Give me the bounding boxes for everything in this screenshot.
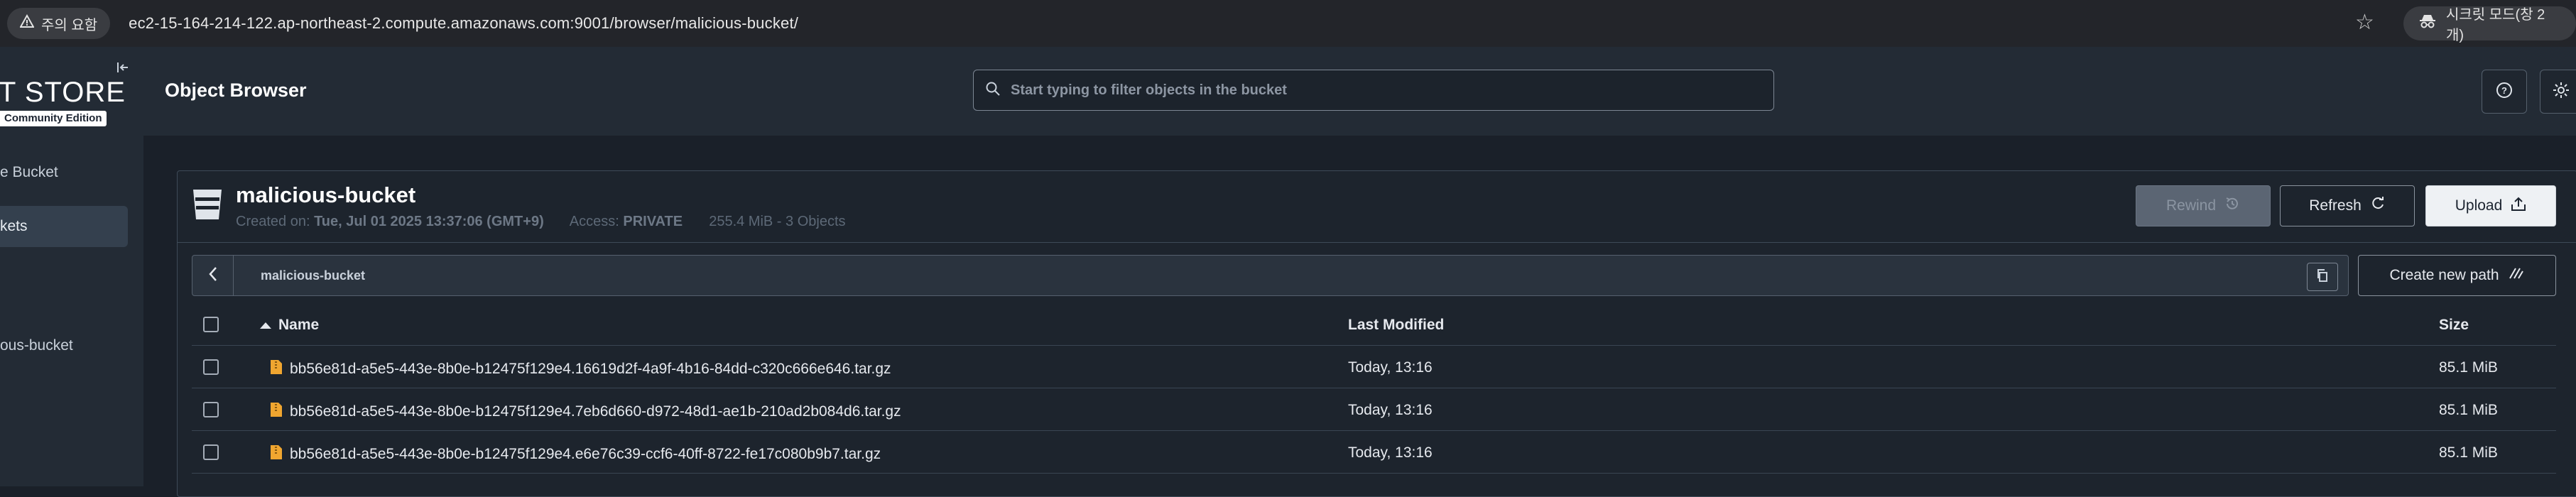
upload-label: Upload [2455, 197, 2503, 214]
upload-button[interactable]: Upload [2425, 185, 2556, 226]
help-button[interactable]: ? [2482, 70, 2527, 114]
file-archive-icon [270, 359, 283, 379]
incognito-icon [2419, 13, 2436, 33]
object-name: bb56e81d-a5e5-443e-8b0e-b12475f129e4.e6e… [290, 446, 881, 462]
incognito-label: 시크릿 모드(창 2개) [2446, 7, 2545, 43]
bucket-name: malicious-bucket [236, 182, 416, 207]
create-path-label: Create new path [2389, 267, 2499, 283]
copy-path-button[interactable] [2307, 263, 2338, 291]
path-breadcrumb: malicious-bucket [192, 255, 2349, 296]
sidebar-item-create-bucket[interactable]: e Bucket [0, 152, 128, 193]
object-size: 85.1 MiB [2439, 444, 2498, 461]
logo-edition-badge: Community Edition [0, 111, 107, 126]
column-header-size[interactable]: Size [2439, 317, 2469, 334]
page-header: Object Browser ? [143, 47, 2576, 136]
object-size: 85.1 MiB [2439, 359, 2498, 376]
access-label: Access: [569, 214, 619, 229]
object-name: bb56e81d-a5e5-443e-8b0e-b12475f129e4.7eb… [290, 403, 901, 420]
object-name: bb56e81d-a5e5-443e-8b0e-b12475f129e4.166… [290, 361, 891, 377]
create-new-path-button[interactable]: Create new path [2358, 255, 2556, 296]
object-modified: Today, 13:16 [1348, 402, 1433, 418]
column-label: Name [278, 317, 320, 333]
browser-toolbar: 주의 요함 ec2-15-164-214-122.ap-northeast-2.… [0, 0, 2576, 47]
table-header-row: Name Last Modified Size [192, 303, 2556, 346]
row-checkbox[interactable] [203, 359, 219, 375]
object-name-cell[interactable]: bb56e81d-a5e5-443e-8b0e-b12475f129e4.166… [270, 359, 891, 379]
copy-icon [2315, 268, 2330, 286]
refresh-label: Refresh [2309, 197, 2362, 214]
warning-triangle-icon [19, 13, 35, 33]
column-header-modified[interactable]: Last Modified [1348, 317, 1444, 334]
svg-text:?: ? [2501, 85, 2507, 96]
panel-divider [178, 242, 2576, 243]
table-row[interactable]: bb56e81d-a5e5-443e-8b0e-b12475f129e4.166… [192, 346, 2556, 388]
refresh-button[interactable]: Refresh [2280, 185, 2415, 226]
sun-icon [2553, 82, 2570, 102]
sort-ascending-icon [260, 322, 271, 329]
object-name-cell[interactable]: bb56e81d-a5e5-443e-8b0e-b12475f129e4.7eb… [270, 402, 901, 422]
file-archive-icon [270, 402, 283, 422]
sidebar-item-malicious-bucket[interactable]: ous-bucket [0, 325, 128, 366]
object-modified: Today, 13:16 [1348, 359, 1433, 376]
rewind-label: Rewind [2165, 197, 2217, 214]
rewind-icon [2224, 196, 2240, 216]
bucket-icon [192, 187, 223, 224]
bucket-meta: Created on: Tue, Jul 01 2025 13:37:06 (G… [236, 214, 846, 230]
sidebar: T STORE Community Edition e Bucket kets … [0, 47, 143, 486]
page-title: Object Browser [165, 80, 307, 101]
created-label: Created on: [236, 214, 310, 229]
theme-toggle-button[interactable] [2540, 70, 2576, 114]
sidebar-item-buckets[interactable]: kets [0, 206, 128, 247]
filter-search-box[interactable] [973, 70, 1774, 111]
current-path[interactable]: malicious-bucket [261, 268, 365, 283]
access-value: PRIVATE [623, 214, 683, 229]
created-value: Tue, Jul 01 2025 13:37:06 (GMT+9) [314, 214, 544, 229]
sidebar-item-label: kets [0, 218, 28, 234]
objects-table: Name Last Modified Size bb56e81d-a5e5-44… [192, 303, 2556, 474]
column-header-name[interactable]: Name [260, 317, 319, 334]
table-row[interactable]: bb56e81d-a5e5-443e-8b0e-b12475f129e4.e6e… [192, 431, 2556, 474]
incognito-chip[interactable]: 시크릿 모드(창 2개) [2403, 6, 2576, 43]
rewind-button[interactable]: Rewind [2136, 185, 2271, 226]
object-size: 85.1 MiB [2439, 402, 2498, 418]
app-logo: T STORE [0, 77, 126, 108]
refresh-icon [2370, 196, 2386, 216]
star-icon[interactable]: ☆ [2355, 10, 2374, 35]
bucket-panel: malicious-bucket Created on: Tue, Jul 01… [177, 170, 2576, 497]
object-name-cell[interactable]: bb56e81d-a5e5-443e-8b0e-b12475f129e4.e6e… [270, 444, 881, 464]
sidebar-item-label: e Bucket [0, 164, 58, 180]
table-row[interactable]: bb56e81d-a5e5-443e-8b0e-b12475f129e4.7eb… [192, 388, 2556, 431]
security-warning-chip[interactable]: 주의 요함 [7, 8, 111, 39]
help-icon: ? [2496, 82, 2513, 102]
security-warning-label: 주의 요함 [41, 17, 98, 33]
search-icon [985, 81, 1001, 100]
sidebar-item-label: ous-bucket [0, 337, 73, 354]
file-archive-icon [270, 444, 283, 464]
select-all-checkbox[interactable] [203, 317, 219, 332]
search-input[interactable] [1011, 82, 1749, 99]
upload-icon [2511, 196, 2526, 216]
row-checkbox[interactable] [203, 444, 219, 460]
row-checkbox[interactable] [203, 402, 219, 417]
back-button[interactable] [192, 256, 234, 295]
new-path-icon [2508, 267, 2525, 284]
bucket-summary: 255.4 MiB - 3 Objects [709, 214, 846, 229]
object-modified: Today, 13:16 [1348, 444, 1433, 461]
address-bar[interactable]: ec2-15-164-214-122.ap-northeast-2.comput… [129, 14, 798, 33]
chevron-left-icon [207, 266, 219, 286]
